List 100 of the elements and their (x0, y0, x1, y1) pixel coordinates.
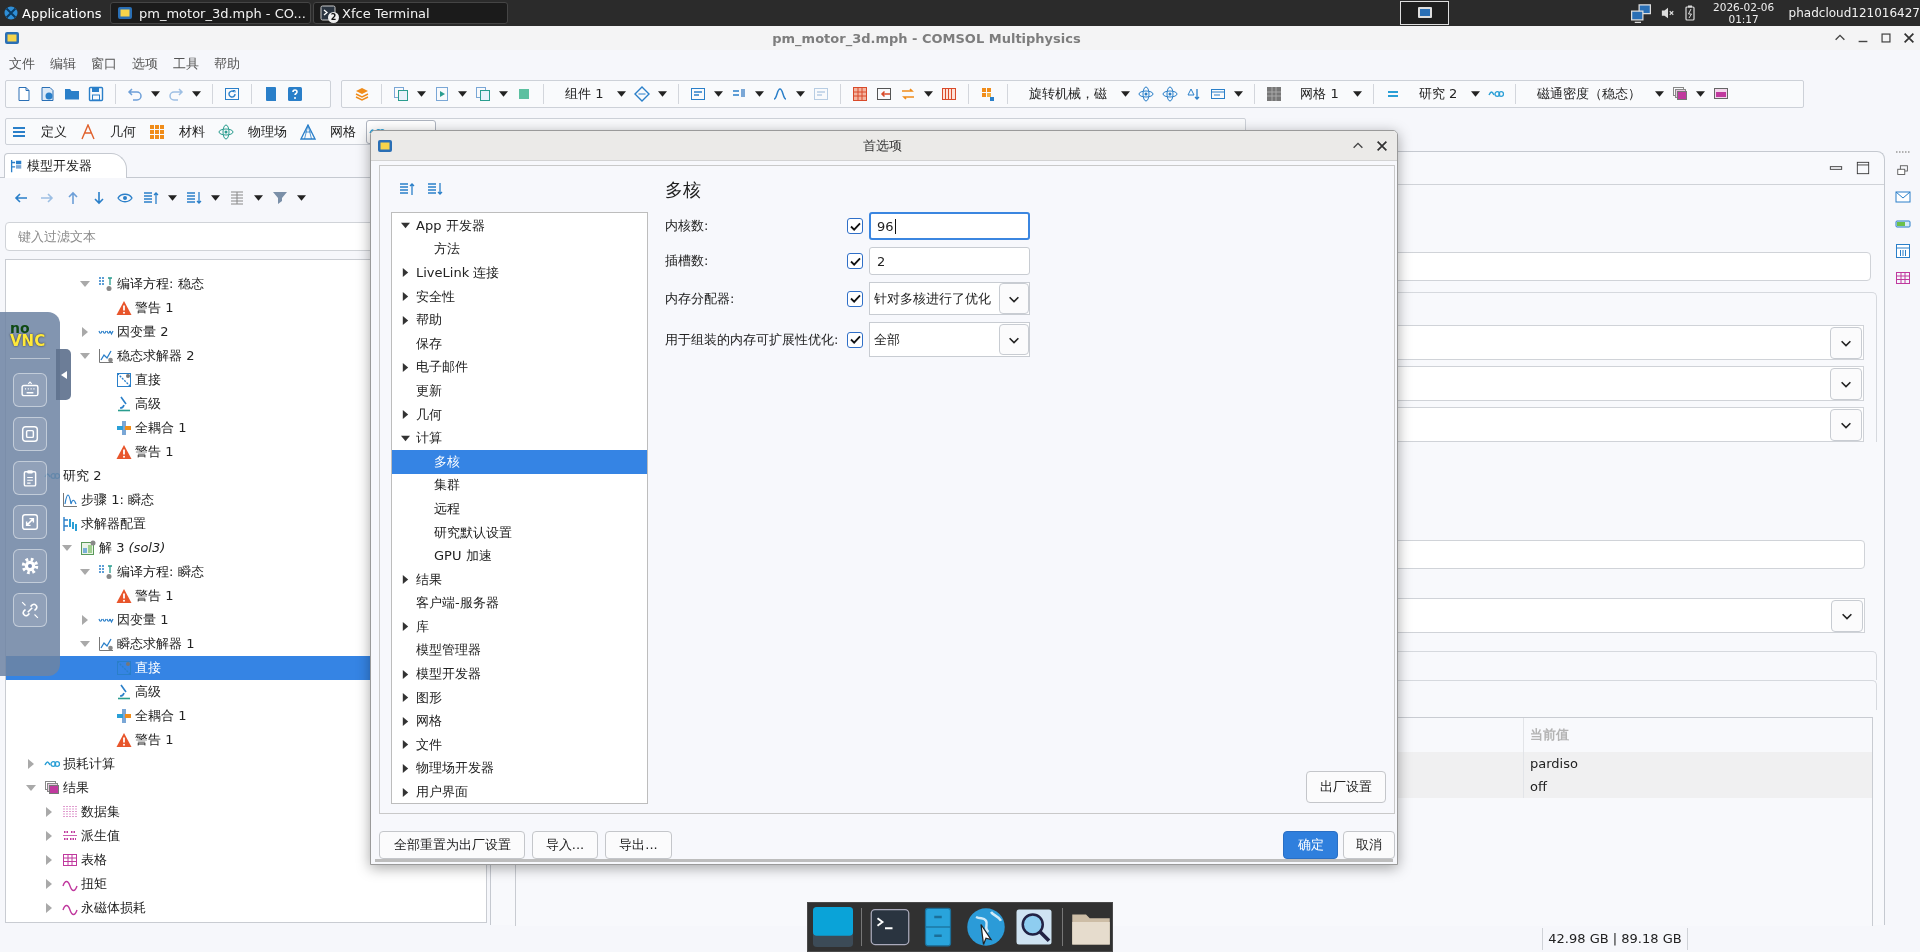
stacked-windows-icon[interactable] (1672, 86, 1689, 102)
cancel-button[interactable]: 取消 (1343, 831, 1395, 859)
caret-icon[interactable] (755, 91, 765, 97)
collapsed-arrow-icon[interactable] (401, 410, 410, 420)
grid-icon[interactable] (852, 86, 869, 102)
table-icon[interactable] (1894, 270, 1911, 286)
refresh-icon[interactable] (224, 86, 240, 102)
curve-icon[interactable] (772, 86, 789, 102)
settings-button[interactable] (13, 549, 47, 583)
text-field[interactable]: 2 (869, 247, 1030, 275)
model-builder-tab[interactable]: 模型开发器 (4, 153, 127, 178)
caret-icon[interactable] (168, 195, 177, 201)
tree-item[interactable]: 远程 (392, 497, 647, 521)
grid-icon[interactable] (1266, 86, 1283, 102)
tree-item[interactable]: 客户端-服务器 (392, 591, 647, 616)
close-icon[interactable] (1375, 138, 1389, 153)
checkbox[interactable] (847, 331, 863, 348)
caret-icon[interactable] (499, 91, 508, 97)
funnel-icon[interactable] (272, 190, 288, 206)
collapsed-arrow-icon[interactable] (401, 693, 410, 703)
magnifier-icon[interactable] (1014, 907, 1054, 947)
keyboard-button[interactable] (13, 373, 47, 407)
fullscreen-button[interactable] (13, 505, 47, 539)
tree-item[interactable]: 更新 (392, 379, 647, 403)
menu-item[interactable]: 工具 (173, 55, 199, 73)
collapsed-arrow-icon[interactable] (401, 716, 410, 726)
restore-icon[interactable] (1895, 164, 1910, 178)
clock[interactable]: 2026-02-06 01:17 (1706, 0, 1781, 26)
list-down-icon[interactable] (186, 190, 202, 206)
list-up-icon[interactable] (143, 190, 159, 206)
caret-icon[interactable] (192, 91, 201, 97)
toolbar-selector[interactable]: 组件 1 (551, 82, 614, 106)
close-icon[interactable] (1902, 31, 1916, 45)
collapsed-arrow-icon[interactable] (401, 362, 410, 372)
tree-item[interactable]: 安全性 (392, 284, 647, 309)
panel-icon[interactable] (1210, 86, 1227, 102)
menu-item[interactable]: 窗口 (91, 55, 117, 73)
caret-icon[interactable] (617, 91, 627, 97)
caret-icon[interactable] (417, 91, 426, 97)
tree-item[interactable]: 几何 (392, 402, 647, 427)
menu-item[interactable]: 帮助 (214, 55, 240, 73)
expanded-arrow-icon[interactable] (401, 221, 410, 231)
maximize-icon[interactable] (1856, 161, 1870, 175)
diamond-icon[interactable] (634, 86, 651, 102)
caret-icon[interactable] (796, 91, 806, 97)
taskbar-window-button[interactable]: pm_motor_3d.mph - CO... (110, 2, 311, 24)
caret-icon[interactable] (1121, 91, 1131, 97)
ribbon-tab[interactable]: 定义 (8, 119, 74, 144)
desktop-icon[interactable] (813, 907, 853, 947)
tree-item[interactable]: GPU 加速 (392, 544, 647, 568)
tree-item[interactable]: 图形 (392, 685, 647, 710)
caret-icon[interactable] (1352, 91, 1362, 97)
tree-item[interactable]: 研究默认设置 (392, 520, 647, 545)
tree-item[interactable]: LiveLink 连接 (392, 261, 647, 285)
menu-item[interactable]: 选项 (132, 55, 158, 73)
tree-item[interactable]: 物理场开发器 (392, 756, 647, 781)
collapsed-arrow-icon[interactable] (401, 292, 410, 302)
down-arrow-icon[interactable] (91, 190, 107, 206)
ribbon-tab[interactable]: 几何 (77, 119, 143, 144)
collapsed-arrow-icon[interactable] (401, 787, 410, 797)
restore-defaults-button[interactable]: 出厂设置 (1306, 771, 1386, 803)
tree-item[interactable]: 集群 (392, 473, 647, 498)
caret-icon[interactable] (924, 91, 934, 97)
maximize-icon[interactable] (1879, 31, 1893, 45)
toolbar-selector[interactable]: 网格 1 (1286, 82, 1349, 106)
grid-icon[interactable] (1894, 243, 1911, 259)
caret-icon[interactable] (714, 91, 724, 97)
volume-muted-icon[interactable] (1660, 6, 1675, 20)
caret-icon[interactable] (1696, 91, 1706, 97)
tree-item[interactable]: 网格 (392, 709, 647, 734)
list-down-icon[interactable] (427, 181, 443, 197)
taskbar-window-button[interactable]: 2 Xfce Terminal (313, 2, 508, 24)
caret-icon[interactable] (1655, 91, 1665, 97)
tree-item[interactable]: 文件 (392, 733, 647, 757)
key-button[interactable] (13, 417, 47, 451)
tree-item[interactable]: 库 (392, 615, 647, 639)
toolbar-selector[interactable]: 研究 2 (1404, 82, 1468, 106)
copy-icon[interactable] (475, 86, 491, 102)
dropdown-field[interactable]: 针对多核进行了优化 (869, 282, 1030, 315)
tree-item[interactable]: 电子邮件 (392, 355, 647, 380)
disconnect-button[interactable] (13, 593, 47, 627)
globe-icon[interactable] (966, 907, 1006, 947)
collapsed-arrow-icon[interactable] (401, 315, 410, 325)
expanded-arrow-icon[interactable] (401, 433, 410, 443)
tree-item[interactable]: 帮助 (392, 308, 647, 332)
collapsed-arrow-icon[interactable] (401, 669, 410, 679)
columns-icon[interactable] (941, 86, 958, 102)
applications-menu[interactable]: Applications (0, 0, 107, 26)
swap-arrows-icon[interactable] (900, 86, 917, 102)
tree-item[interactable]: 计算 (392, 426, 647, 450)
toolbar-selector[interactable]: 旋转机械，磁 (1015, 82, 1118, 106)
terminal-icon[interactable] (870, 907, 910, 947)
save-icon[interactable] (88, 86, 104, 102)
collapsed-arrow-icon[interactable] (401, 622, 410, 632)
toolbar-selector[interactable]: 磁通密度（稳态） (1523, 82, 1652, 106)
checkbox[interactable] (847, 253, 863, 269)
network-icon[interactable] (1630, 3, 1651, 23)
panel-handle[interactable] (56, 349, 71, 400)
atom-icon[interactable] (1138, 86, 1155, 102)
layers-icon[interactable] (354, 86, 370, 102)
